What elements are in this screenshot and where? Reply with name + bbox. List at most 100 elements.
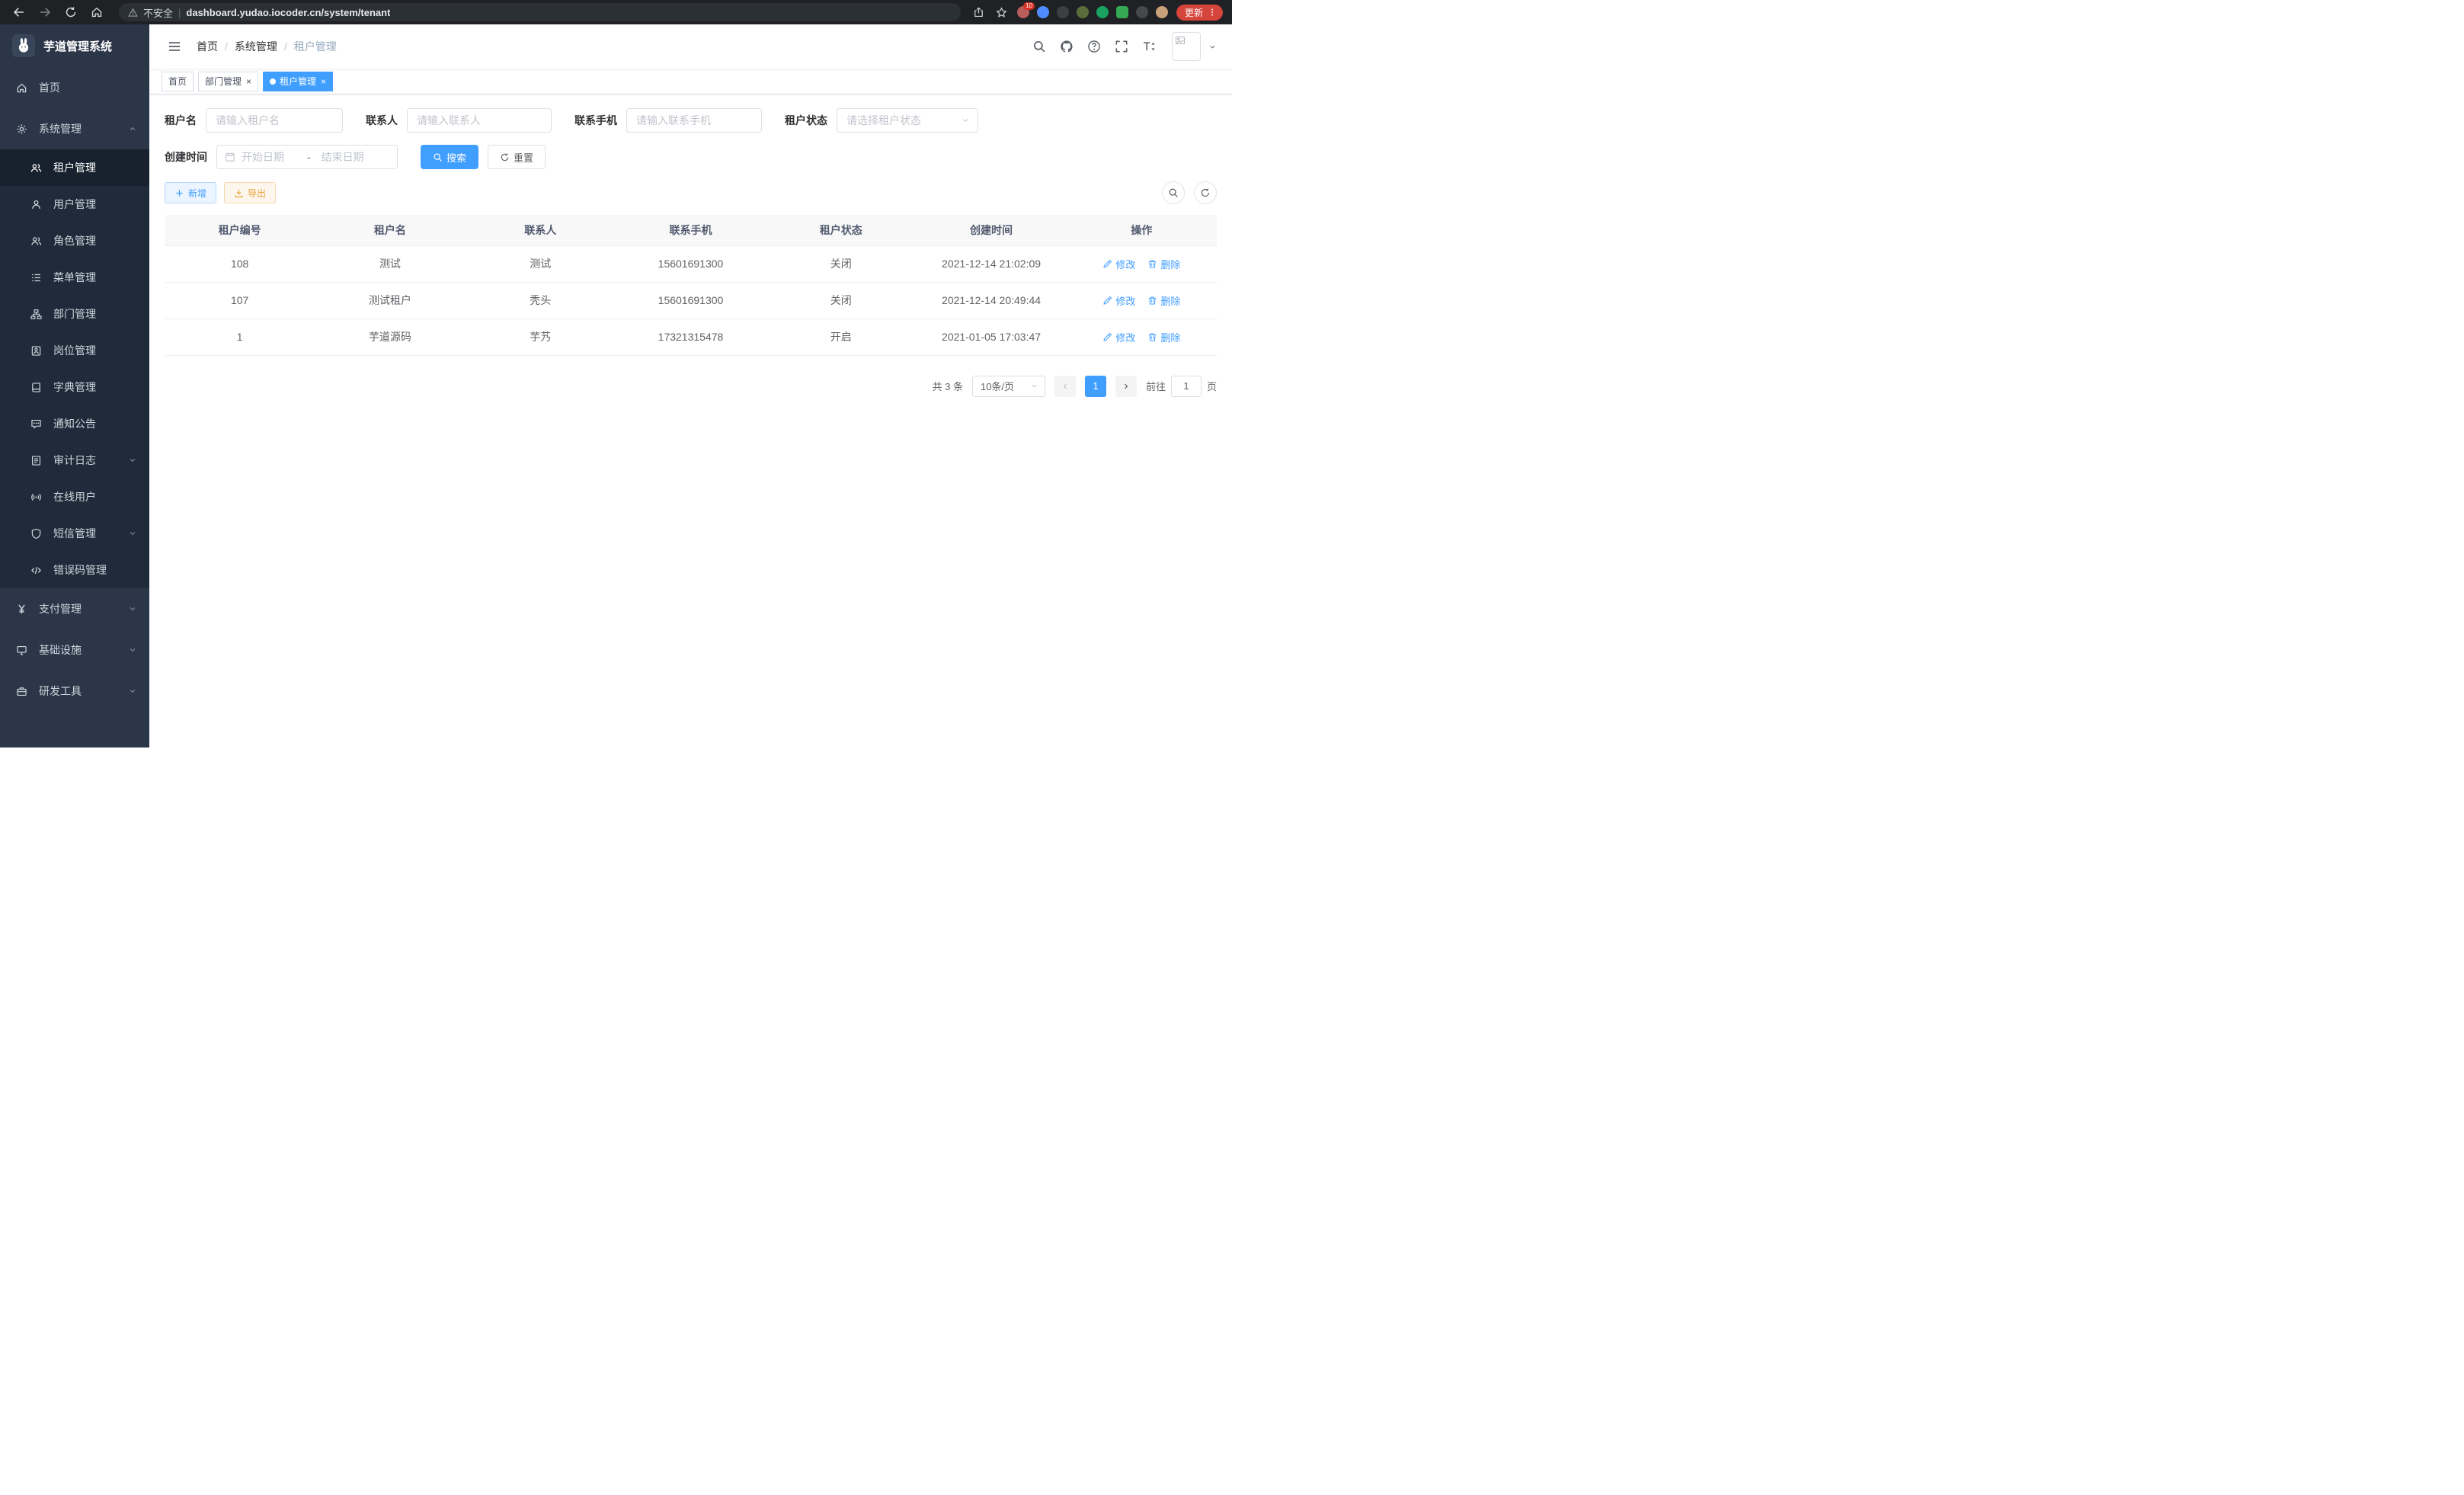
sidebar-item-devtools[interactable]: 研发工具 <box>0 671 149 712</box>
extension-icon[interactable] <box>1037 6 1049 18</box>
chevron-down-icon[interactable] <box>1205 43 1220 51</box>
sidebar-item-label: 用户管理 <box>53 197 96 212</box>
extension-icon[interactable] <box>1116 6 1128 18</box>
next-page-button[interactable] <box>1115 376 1137 397</box>
sidebar-item-infra[interactable]: 基础设施 <box>0 629 149 671</box>
forward-icon[interactable] <box>34 6 56 18</box>
cell-mobile: 17321315478 <box>616 319 766 355</box>
share-icon[interactable] <box>971 7 986 18</box>
sidebar-item-online[interactable]: 在线用户 <box>0 479 149 515</box>
prev-page-button[interactable] <box>1054 376 1076 397</box>
contact-input[interactable] <box>407 108 552 133</box>
page-number-button[interactable]: 1 <box>1085 376 1106 397</box>
cell-status: 开启 <box>766 319 916 355</box>
search-icon[interactable] <box>1026 40 1053 53</box>
not-secure-label: 不安全 <box>143 5 173 20</box>
question-icon[interactable] <box>1080 40 1108 53</box>
breadcrumb-item: 租户管理 <box>294 39 337 54</box>
sidebar-item-label: 字典管理 <box>53 379 96 395</box>
pagination: 共 3 条 10条/页 1 前往 页 <box>165 376 1217 397</box>
sidebar-item-role[interactable]: 角色管理 <box>0 222 149 259</box>
app-logo-area: 芋道管理系统 <box>0 24 149 67</box>
sidebar: 芋道管理系统 首页系统管理租户管理用户管理角色管理菜单管理部门管理岗位管理字典管… <box>0 24 149 748</box>
reload-icon[interactable] <box>59 6 82 18</box>
edit-link[interactable]: 修改 <box>1102 330 1135 344</box>
breadcrumb-separator: / <box>284 40 287 53</box>
sidebar-item-dict[interactable]: 字典管理 <box>0 369 149 405</box>
page-size-select[interactable]: 10条/页 <box>972 376 1045 397</box>
delete-link[interactable]: 删除 <box>1147 293 1180 308</box>
tenant-name-input[interactable] <box>206 108 343 133</box>
tab-租户管理[interactable]: 租户管理 × <box>263 72 333 91</box>
goto-page-input[interactable] <box>1171 376 1202 397</box>
sidebar-item-sms[interactable]: 短信管理 <box>0 515 149 552</box>
app-title: 芋道管理系统 <box>43 38 112 54</box>
sidebar-item-label: 角色管理 <box>53 233 96 248</box>
mobile-input[interactable] <box>626 108 762 133</box>
sidebar-item-user[interactable]: 用户管理 <box>0 186 149 222</box>
tab-首页[interactable]: 首页 <box>162 72 194 91</box>
sidebar-item-post[interactable]: 岗位管理 <box>0 332 149 369</box>
search-button[interactable]: 搜索 <box>421 145 478 169</box>
header-tools <box>1026 40 1163 53</box>
sidebar-item-label: 短信管理 <box>53 526 96 541</box>
delete-link[interactable]: 删除 <box>1147 330 1180 344</box>
toggle-search-button[interactable] <box>1162 181 1185 204</box>
browser-home-icon[interactable] <box>85 6 108 18</box>
refresh-table-button[interactable] <box>1194 181 1217 204</box>
tab-close-icon[interactable]: × <box>321 76 326 87</box>
bookmark-star-icon[interactable] <box>994 7 1009 18</box>
export-button[interactable]: 导出 <box>224 182 276 203</box>
tab-部门管理[interactable]: 部门管理× <box>198 72 258 91</box>
edit-icon <box>1102 259 1112 269</box>
sidebar-item-system[interactable]: 系统管理 <box>0 108 149 149</box>
fullscreen-icon[interactable] <box>1108 40 1135 53</box>
back-icon[interactable] <box>8 6 30 18</box>
sidebar-item-pay[interactable]: 支付管理 <box>0 588 149 629</box>
breadcrumb-item[interactable]: 系统管理 <box>235 39 277 54</box>
navbar: 首页/系统管理/租户管理 <box>149 24 1232 69</box>
sidebar-item-home[interactable]: 首页 <box>0 67 149 108</box>
sidebar-item-errcode[interactable]: 错误码管理 <box>0 552 149 588</box>
create-time-range-picker[interactable]: 开始日期 - 结束日期 <box>216 145 398 169</box>
tab-label: 租户管理 <box>280 75 316 88</box>
extension-icon[interactable] <box>1096 6 1109 18</box>
avatar[interactable] <box>1172 32 1201 61</box>
tab-close-icon[interactable]: × <box>246 76 251 87</box>
sidebar-item-label: 系统管理 <box>39 121 82 136</box>
contact-group: 联系人 <box>366 108 552 133</box>
extension-icon[interactable]: 10 <box>1017 6 1029 18</box>
tenant-status-select[interactable]: 请选择租户状态 <box>837 108 978 133</box>
column-header: 创建时间 <box>916 215 1066 245</box>
gear-icon <box>16 123 30 135</box>
cell-created: 2021-12-14 20:49:44 <box>916 282 1066 319</box>
cell-name: 测试 <box>315 245 465 282</box>
hamburger-icon[interactable] <box>162 40 187 53</box>
font-size-icon[interactable] <box>1135 40 1163 53</box>
sidebar-item-label: 菜单管理 <box>53 270 96 285</box>
add-button[interactable]: 新增 <box>165 182 216 203</box>
chevron-down-icon <box>128 604 137 613</box>
sidebar-item-menu[interactable]: 菜单管理 <box>0 259 149 296</box>
cell-name: 芋道源码 <box>315 319 465 355</box>
browser-update-button[interactable]: 更新 <box>1176 5 1223 21</box>
extension-icon[interactable] <box>1136 6 1148 18</box>
reset-button-label: 重置 <box>514 150 533 165</box>
cell-mobile: 15601691300 <box>616 282 766 319</box>
extension-icon[interactable] <box>1057 6 1069 18</box>
sidebar-item-tenant[interactable]: 租户管理 <box>0 149 149 186</box>
sidebar-item-notice[interactable]: 通知公告 <box>0 405 149 442</box>
address-bar[interactable]: 不安全 | dashboard.yudao.iocoder.cn/system/… <box>119 3 961 21</box>
extension-icon[interactable] <box>1077 6 1089 18</box>
extension-icon[interactable] <box>1156 6 1168 18</box>
github-icon[interactable] <box>1053 40 1080 53</box>
reset-button[interactable]: 重置 <box>488 145 546 169</box>
delete-link[interactable]: 删除 <box>1147 257 1180 271</box>
edit-link[interactable]: 修改 <box>1102 293 1135 308</box>
edit-link[interactable]: 修改 <box>1102 257 1135 271</box>
dict-book-icon <box>30 382 44 393</box>
sidebar-item-audit[interactable]: 审计日志 <box>0 442 149 479</box>
breadcrumb-item[interactable]: 首页 <box>197 39 218 54</box>
address-divider: | <box>178 7 181 18</box>
sidebar-item-dept[interactable]: 部门管理 <box>0 296 149 332</box>
